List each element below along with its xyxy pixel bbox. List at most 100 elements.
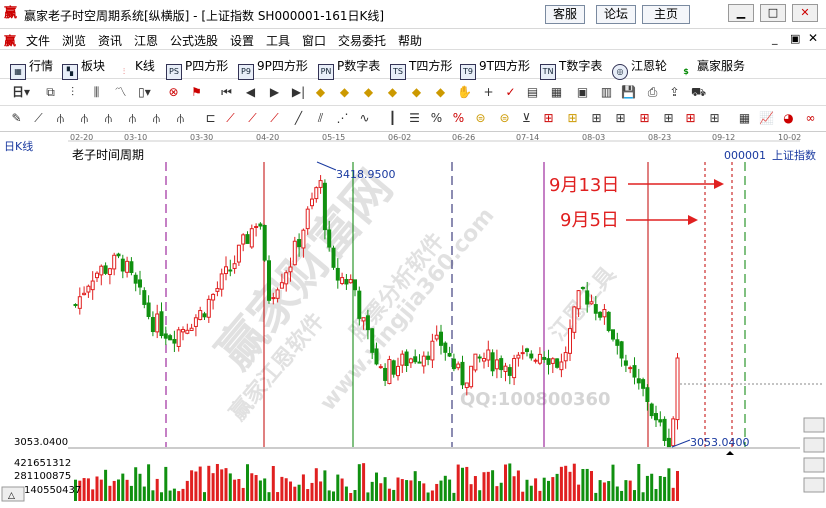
candle (499, 358, 504, 371)
calc-icon[interactable]: ▥ (598, 84, 615, 101)
screen-icon[interactable]: ▤ (524, 84, 541, 101)
menu-window[interactable]: 窗口 (302, 32, 326, 49)
gann-fan3-icon[interactable]: ⟋ (266, 110, 283, 127)
channel-icon[interactable]: ⫛ (76, 110, 93, 127)
gann-fan-icon[interactable]: ⟋ (222, 110, 239, 127)
menu-news[interactable]: 资讯 (98, 32, 122, 49)
t-square-button[interactable]: TS T四方形 (390, 57, 452, 80)
diamond-right-icon[interactable]: ◆ (384, 84, 401, 101)
zoom-buttons[interactable] (803, 417, 825, 493)
crosshair-icon[interactable]: + (480, 84, 497, 101)
chart-icon[interactable]: 📈 (758, 110, 775, 127)
mdi-restore-icon[interactable]: ▣ (790, 32, 800, 45)
close-icon[interactable]: ✕ (792, 4, 818, 22)
parallel-icon[interactable]: ⫽ (312, 110, 329, 127)
gann-box-icon[interactable]: ⫛ (148, 110, 165, 127)
scroll-up-button[interactable]: △ (1, 486, 25, 502)
wave-icon[interactable]: ∿ (356, 110, 373, 127)
9p-square-button[interactable]: P9 9P四方形 (238, 57, 308, 80)
diamond-zoomout-icon[interactable]: ◆ (432, 84, 449, 101)
pen-icon[interactable]: ✎ (8, 110, 25, 127)
pie-icon[interactable]: ◕ (780, 110, 797, 127)
fib-icon[interactable]: ⋰ (334, 110, 351, 127)
vline-icon[interactable]: ┃ (384, 110, 401, 127)
winner-service-button[interactable]: $ 赢家服务 (678, 57, 745, 81)
cycle5-icon[interactable]: ⊞ (682, 110, 699, 127)
p-square-button[interactable]: PS P四方形 (166, 57, 228, 80)
menu-settings[interactable]: 设置 (230, 32, 254, 49)
export-icon[interactable]: ⇪ (666, 84, 683, 101)
menu-trade[interactable]: 交易委托 (338, 32, 386, 49)
square-grid2-icon[interactable]: ⊞ (564, 110, 581, 127)
diamond-up-icon[interactable]: ◆ (312, 84, 329, 101)
cycle-icon[interactable]: ⊞ (588, 110, 605, 127)
crossout-icon[interactable]: ⊗ (165, 84, 182, 101)
9t-square-button[interactable]: T9 9T四方形 (460, 57, 530, 80)
menu-tools[interactable]: 工具 (266, 32, 290, 49)
fork-icon[interactable]: ⫛ (100, 110, 117, 127)
next-icon[interactable]: ▶ (266, 84, 283, 101)
ruler-icon[interactable]: ⟋ (30, 110, 47, 127)
percent-icon[interactable]: % (428, 110, 445, 127)
maximize-icon[interactable]: □ (760, 4, 786, 22)
cycle2-icon[interactable]: ⊞ (612, 110, 629, 127)
forum-button[interactable]: 论坛 (596, 5, 636, 24)
fan-icon[interactable]: ⫛ (52, 110, 69, 127)
truck-icon[interactable]: ⛟ (690, 84, 707, 101)
period-select-icon[interactable]: 日▾ (8, 84, 34, 101)
menu-file[interactable]: 文件 (26, 32, 50, 49)
menu-browse[interactable]: 浏览 (62, 32, 86, 49)
ellipse-icon[interactable]: ⊜ (496, 110, 513, 127)
grid-icon[interactable]: ▦ (548, 84, 565, 101)
p-number-table-button[interactable]: PN P数字表 (318, 57, 380, 80)
kline-chart[interactable]: 02-20 03-10 03-30 04-20 05-15 06-02 06-2… (0, 132, 826, 505)
hand-icon[interactable]: ✋ (456, 84, 473, 101)
service-button[interactable]: 客服 (545, 5, 585, 24)
diamond-zoomin-icon[interactable]: ◆ (408, 84, 425, 101)
prev-icon[interactable]: ◀ (242, 84, 259, 101)
spiral-icon[interactable]: ⫛ (172, 110, 189, 127)
last-icon[interactable]: ▶| (290, 84, 307, 101)
hline-icon[interactable]: ☰ (406, 110, 423, 127)
mdi-minimize-icon[interactable]: _ (772, 32, 778, 45)
line-icon[interactable]: 〽 (112, 84, 129, 101)
diamond-left-icon[interactable]: ◆ (360, 84, 377, 101)
candles-icon[interactable]: ⫶ (64, 84, 81, 101)
minimize-icon[interactable]: ▁ (728, 4, 754, 22)
first-icon[interactable]: ⏮ (218, 84, 235, 101)
diamond-down-icon[interactable]: ◆ (336, 84, 353, 101)
t-number-table-button[interactable]: TN T数字表 (540, 57, 602, 80)
cycle4-icon[interactable]: ⊞ (660, 110, 677, 127)
kline-button[interactable]: ⫶ K线 (116, 57, 155, 81)
gann-wheel-button[interactable]: ◎ 江恩轮 (612, 57, 667, 80)
chart-type-icon[interactable]: ⧉ (42, 84, 59, 101)
flag-icon[interactable]: ⚑ (188, 84, 205, 101)
volume-bar (658, 476, 662, 501)
circle-icon[interactable]: ⊜ (472, 110, 489, 127)
quote-button[interactable]: ▦ 行情 (10, 57, 53, 80)
mdi-close-icon[interactable]: ✕ (808, 31, 818, 45)
home-button[interactable]: 主页 (642, 5, 690, 24)
cycle6-icon[interactable]: ⊞ (706, 110, 723, 127)
gann-fan2-icon[interactable]: ⟋ (244, 110, 261, 127)
candle (348, 279, 353, 284)
menu-gann[interactable]: 江恩 (134, 32, 158, 49)
print-icon[interactable]: ⎙ (644, 84, 661, 101)
rect-icon[interactable]: ⊏ (202, 110, 219, 127)
trend-icon[interactable]: ✓ (502, 84, 519, 101)
menu-help[interactable]: 帮助 (398, 32, 422, 49)
bars-icon[interactable]: ⫼ (88, 84, 105, 101)
sector-button[interactable]: ▚ 板块 (62, 57, 105, 80)
single-bar-icon[interactable]: ▯▾ (136, 84, 153, 101)
save-icon[interactable]: 💾 (620, 84, 637, 101)
calendar-icon[interactable]: ▣ (574, 84, 591, 101)
angle-icon[interactable]: ⊻ (518, 110, 535, 127)
menu-formula[interactable]: 公式选股 (170, 32, 218, 49)
cycle3-icon[interactable]: ⊞ (636, 110, 653, 127)
ratio-icon[interactable]: % (450, 110, 467, 127)
table-icon[interactable]: ▦ (736, 110, 753, 127)
arc-icon[interactable]: ⫛ (124, 110, 141, 127)
square-grid-icon[interactable]: ⊞ (540, 110, 557, 127)
line-draw-icon[interactable]: ╱ (290, 110, 307, 127)
infinity-icon[interactable]: ∞ (802, 110, 819, 127)
